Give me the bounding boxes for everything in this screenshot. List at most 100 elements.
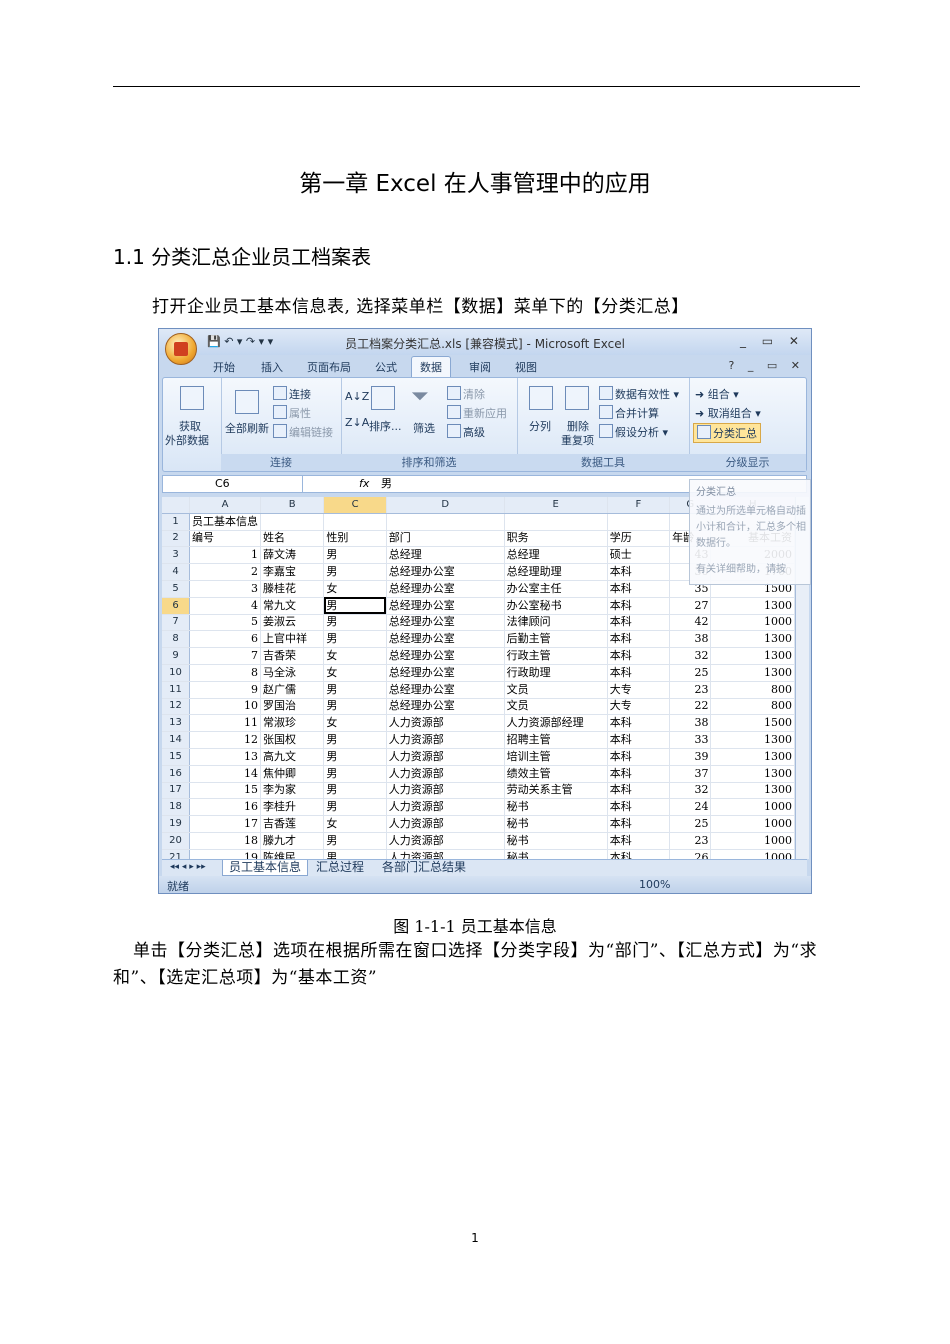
cell-e18[interactable]: 秘书 [504,798,608,817]
cell-g21[interactable]: 26 [669,849,712,859]
row-header[interactable]: 2 [162,530,191,548]
properties-button[interactable]: 属性 [273,405,311,421]
cell-b11[interactable]: 赵广儒 [260,681,325,699]
cell-e10[interactable]: 行政助理 [504,664,608,682]
cell-h10[interactable]: 1300 [710,664,795,682]
cell-h13[interactable]: 1500 [710,714,795,733]
cell-f18[interactable]: 本科 [607,798,671,817]
cell-h11[interactable]: 800 [710,681,795,699]
cell-d18[interactable]: 人力资源部 [386,798,505,817]
ribbon-controls[interactable]: ? _ ▭ ✕ [729,359,805,372]
cell-f5[interactable]: 本科 [607,580,671,598]
cell-a7[interactable]: 5 [189,614,262,632]
cell-g11[interactable]: 23 [669,681,712,699]
cell-a14[interactable]: 12 [189,731,262,749]
cell-f14[interactable]: 本科 [607,731,671,749]
cell-a17[interactable]: 15 [189,782,262,800]
cell-b21[interactable]: 陈维民 [260,849,325,859]
cell-a3[interactable]: 1 [189,546,262,565]
cell-e5[interactable]: 办公室主任 [504,580,608,598]
row-header[interactable]: 17 [162,782,191,800]
connections-button[interactable]: 连接 [273,386,311,402]
cell-h12[interactable]: 800 [710,698,795,716]
row-header[interactable]: 13 [162,714,191,733]
cell-b1[interactable] [260,513,325,531]
cell-c3[interactable]: 男 [323,546,387,565]
cell-e9[interactable]: 行政主管 [504,647,608,665]
row-header[interactable]: 7 [162,614,191,632]
cell-c16[interactable]: 男 [323,765,387,783]
cell-f16[interactable]: 本科 [607,765,671,783]
cell-d17[interactable]: 人力资源部 [386,782,505,800]
cell-e8[interactable]: 后勤主管 [504,630,608,649]
cell-g18[interactable]: 24 [669,798,712,817]
cell-e2[interactable]: 职务 [504,530,608,548]
tab-home[interactable]: 开始 [213,359,235,375]
advanced-filter-button[interactable]: 高级 [447,424,485,440]
cell-b2[interactable]: 姓名 [260,530,325,548]
cell-g9[interactable]: 32 [669,647,712,665]
sheet-nav-arrows[interactable]: ◂◂ ◂ ▸ ▸▸ [164,860,212,875]
tab-page-layout[interactable]: 页面布局 [307,359,351,375]
column-header-a[interactable]: A [189,497,262,514]
sheet-tab-dept-results[interactable]: 各部门汇总结果 [376,860,472,875]
cell-c15[interactable]: 男 [323,748,387,766]
cell-a9[interactable]: 7 [189,647,262,665]
cell-d12[interactable]: 总经理办公室 [386,698,505,716]
row-header[interactable]: 19 [162,815,191,833]
tab-review[interactable]: 审阅 [469,359,491,375]
cell-e6[interactable]: 办公室秘书 [504,597,608,615]
cell-g20[interactable]: 23 [669,832,712,850]
get-data-button-l2[interactable]: 外部数据 [165,432,209,448]
cell-g19[interactable]: 25 [669,815,712,833]
row-header[interactable]: 18 [162,798,191,817]
row-header[interactable]: 4 [162,563,191,581]
cell-d7[interactable]: 总经理办公室 [386,614,505,632]
row-header[interactable]: 14 [162,731,191,749]
cell-c18[interactable]: 男 [323,798,387,817]
formula-input[interactable]: 男 [381,476,392,492]
cell-d14[interactable]: 人力资源部 [386,731,505,749]
row-header[interactable]: 11 [162,681,191,699]
cell-g10[interactable]: 25 [669,664,712,682]
cell-h18[interactable]: 1000 [710,798,795,817]
cell-a21[interactable]: 19 [189,849,262,859]
cell-d9[interactable]: 总经理办公室 [386,647,505,665]
column-header-f[interactable]: F [607,497,671,514]
column-header-d[interactable]: D [386,497,505,514]
row-header[interactable]: 8 [162,630,191,649]
column-header-c[interactable]: C [323,497,387,514]
cell-d1[interactable] [386,513,505,531]
cell-a13[interactable]: 11 [189,714,262,733]
what-if-button[interactable]: 假设分析 ▾ [599,424,668,440]
cell-c21[interactable]: 男 [323,849,387,859]
cell-b6[interactable]: 常九文 [260,597,325,615]
cell-e11[interactable]: 文员 [504,681,608,699]
cell-d10[interactable]: 总经理办公室 [386,664,505,682]
cell-b3[interactable]: 薛文涛 [260,546,325,565]
cell-a8[interactable]: 6 [189,630,262,649]
cell-d19[interactable]: 人力资源部 [386,815,505,833]
cell-g15[interactable]: 39 [669,748,712,766]
sort-asc-icon[interactable]: A↓Z [345,390,369,403]
sort-desc-icon[interactable]: Z↓A [345,416,369,429]
cell-c2[interactable]: 性别 [323,530,387,548]
cell-b8[interactable]: 上官中祥 [260,630,325,649]
cell-b9[interactable]: 吉香荣 [260,647,325,665]
cell-e3[interactable]: 总经理 [504,546,608,565]
cell-h15[interactable]: 1300 [710,748,795,766]
cell-c19[interactable]: 女 [323,815,387,833]
cell-d2[interactable]: 部门 [386,530,505,548]
column-header-e[interactable]: E [504,497,608,514]
refresh-all-button[interactable]: 全部刷新 [225,420,269,436]
cell-f4[interactable]: 本科 [607,563,671,581]
row-header[interactable]: 15 [162,748,191,766]
row-header[interactable]: 16 [162,765,191,783]
cell-c14[interactable]: 男 [323,731,387,749]
cell-d5[interactable]: 总经理办公室 [386,580,505,598]
cell-b19[interactable]: 吉香莲 [260,815,325,833]
cell-h21[interactable]: 1000 [710,849,795,859]
cell-h14[interactable]: 1300 [710,731,795,749]
cell-h17[interactable]: 1300 [710,782,795,800]
cell-e15[interactable]: 培训主管 [504,748,608,766]
